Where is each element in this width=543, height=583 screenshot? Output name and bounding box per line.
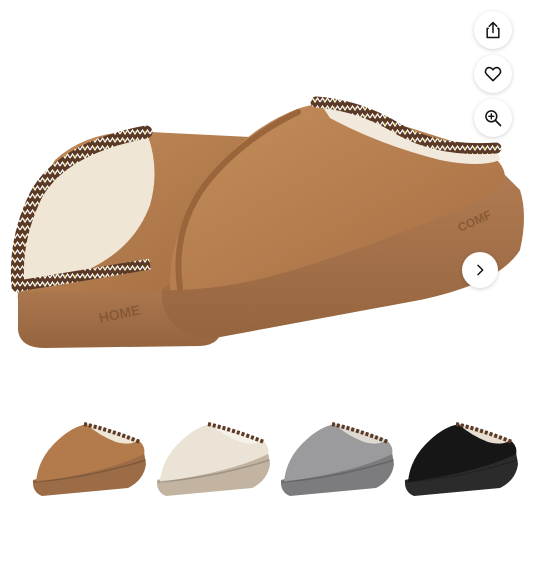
right-slipper: COMF <box>161 96 524 339</box>
slipper-thumbnail-image <box>32 422 147 496</box>
thumbnail-beige[interactable] <box>152 400 272 515</box>
thumbnail-strip <box>28 400 523 515</box>
share-icon <box>486 21 500 39</box>
thumbnail-black[interactable] <box>400 400 520 515</box>
slipper-thumbnail-image <box>280 422 395 496</box>
slipper-thumbnail-image <box>404 422 519 496</box>
heart-icon <box>484 66 502 82</box>
thumbnail-grey[interactable] <box>276 400 396 515</box>
main-product-image[interactable]: HOME COMF <box>0 0 543 380</box>
zoom-button[interactable] <box>474 99 512 137</box>
next-image-button[interactable] <box>462 252 498 288</box>
favorite-button[interactable] <box>474 55 512 93</box>
chevron-right-icon <box>477 264 484 276</box>
share-button[interactable] <box>474 11 512 49</box>
zoom-in-icon <box>485 110 502 127</box>
slipper-thumbnail-image <box>156 422 271 496</box>
thumbnail-chestnut[interactable] <box>28 400 148 515</box>
slipper-pair-illustration: HOME COMF <box>10 96 524 348</box>
